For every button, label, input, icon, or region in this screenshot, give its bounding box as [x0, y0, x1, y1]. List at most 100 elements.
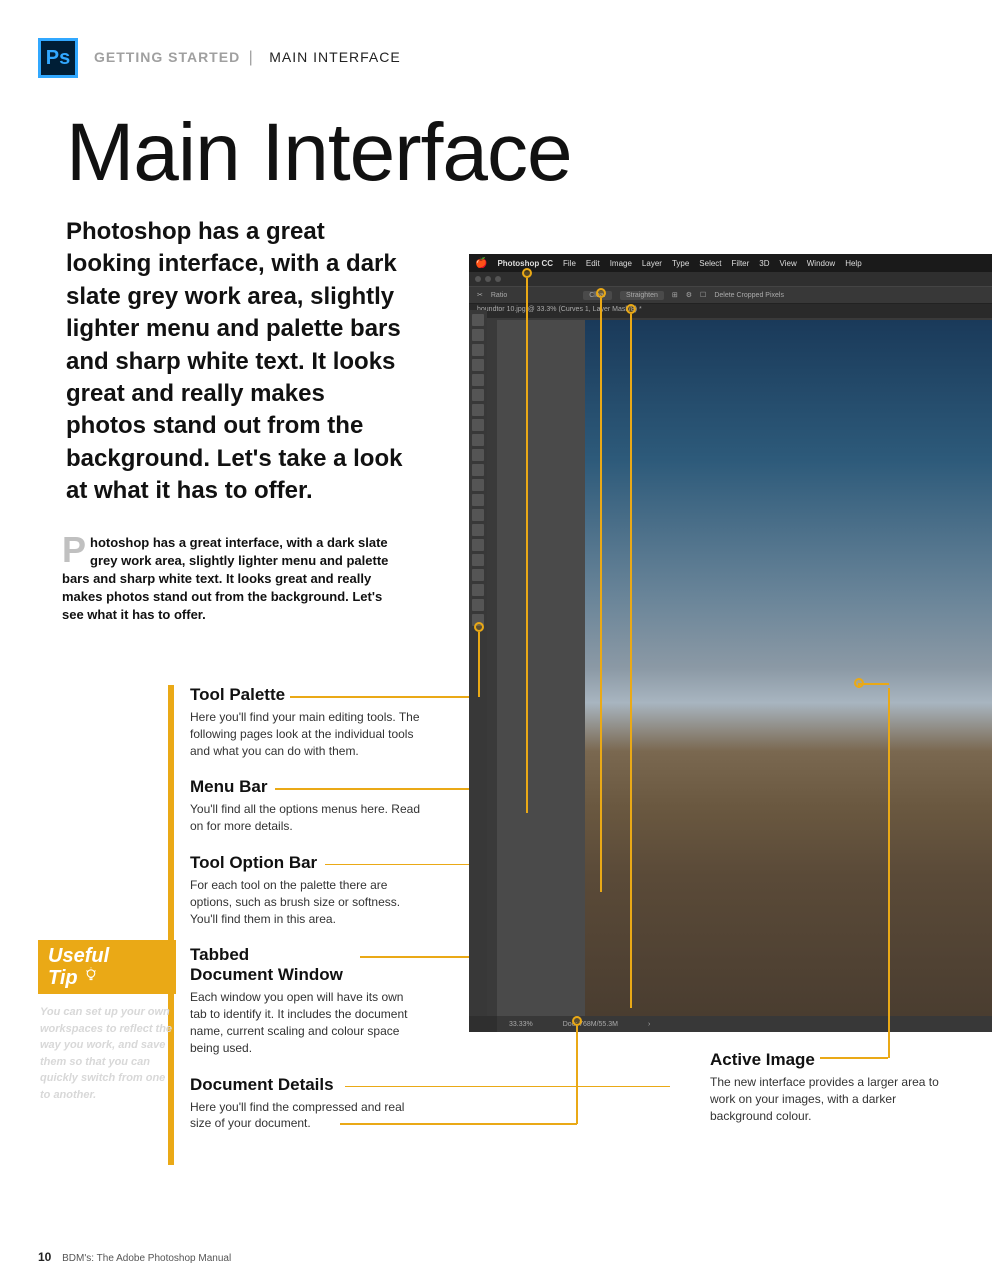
min-dot [485, 276, 491, 282]
tool-icon [472, 569, 484, 581]
marker-doc-details [572, 1016, 582, 1026]
lightbulb-icon [82, 966, 100, 990]
ps-document-tab: houndtor 10.jpg @ 33.3% (Curves 1, Layer… [469, 304, 992, 318]
ps-option-bar: ✂ Ratio Clear Straighten ⊞ ⚙ ☐ Delete Cr… [469, 286, 992, 304]
tool-icon [472, 449, 484, 461]
line-menu-bar [526, 278, 528, 813]
callout-title: Document Details [190, 1075, 420, 1095]
callout-body: You'll find all the options menus here. … [190, 801, 420, 835]
breadcrumb-page: MAIN INTERFACE [269, 49, 400, 65]
page-number: 10 [38, 1250, 51, 1264]
callout-title: Tool Option Bar [190, 853, 420, 873]
menu-type: Type [672, 259, 689, 268]
tool-icon [472, 344, 484, 356]
tip-body: You can set up your own workspaces to re… [38, 994, 176, 1103]
subintro-paragraph: Photoshop has a great interface, with a … [0, 508, 400, 625]
tool-icon [472, 389, 484, 401]
tool-icon [472, 434, 484, 446]
opt-ratio: Ratio [491, 292, 507, 299]
line-active-image-h [859, 683, 889, 685]
photoshop-icon: Ps [38, 38, 78, 78]
intro-paragraph: Photoshop has a great looking interface,… [0, 200, 410, 508]
tool-icon [472, 509, 484, 521]
marker-option-bar [596, 288, 606, 298]
callout-title: Menu Bar [190, 777, 420, 797]
tool-icon [472, 329, 484, 341]
callout-body: Each window you open will have its own t… [190, 989, 420, 1056]
menu-view: View [780, 259, 797, 268]
tool-icon [472, 374, 484, 386]
ps-ruler-vertical [487, 320, 497, 1016]
line-doc-details-h [340, 1123, 577, 1125]
callout-menu-bar: Menu Bar You'll find all the options men… [190, 777, 420, 835]
ps-app-name: Photoshop CC [497, 259, 553, 268]
book-title: BDM's: The Adobe Photoshop Manual [62, 1253, 231, 1264]
menu-filter: Filter [732, 259, 750, 268]
callout-title: TabbedDocument Window [190, 945, 420, 985]
tool-icon [472, 599, 484, 611]
ps-canvas [497, 320, 992, 1016]
grid-icon: ⊞ [672, 291, 678, 299]
tool-icon [472, 524, 484, 536]
useful-tip-box: Useful Tip You can set up your own works… [38, 940, 176, 1103]
window-controls [469, 272, 992, 286]
marker-tab [626, 304, 636, 314]
opt-straighten: Straighten [620, 291, 664, 300]
photoshop-screenshot: 🍎 Photoshop CC File Edit Image Layer Typ… [469, 254, 992, 1032]
menu-layer: Layer [642, 259, 662, 268]
marker-menu-bar [522, 268, 532, 278]
line-tool-palette [478, 632, 480, 697]
crop-icon: ✂ [477, 291, 483, 299]
tool-icon [472, 359, 484, 371]
line-option-bar [600, 298, 602, 892]
chevron-right-icon: › [648, 1021, 650, 1028]
line-doc-details [576, 1026, 578, 1124]
ps-active-image [585, 320, 992, 1016]
tip-heading-1: Useful [48, 946, 166, 966]
max-dot [495, 276, 501, 282]
callout-body: Here you'll find your main editing tools… [190, 709, 420, 759]
menu-3d: 3D [759, 259, 769, 268]
callout-active-image: Active Image The new interface provides … [710, 1050, 940, 1124]
breadcrumb-divider: | [249, 49, 253, 66]
tip-header: Useful Tip [38, 940, 176, 994]
breadcrumb: GETTING STARTED | MAIN INTERFACE [94, 49, 401, 67]
callout-body: The new interface provides a larger area… [710, 1074, 940, 1124]
callout-list: Tool Palette Here you'll find your main … [190, 685, 420, 1150]
callout-tool-option-bar: Tool Option Bar For each tool on the pal… [190, 853, 420, 927]
tool-icon [472, 464, 484, 476]
menu-select: Select [699, 259, 721, 268]
menu-window: Window [807, 259, 835, 268]
gear-icon: ⚙ [686, 291, 692, 299]
tip-heading-2: Tip [48, 966, 166, 990]
opt-delete-cropped: Delete Cropped Pixels [714, 292, 784, 299]
line-tab [630, 314, 632, 1008]
tool-icon [472, 314, 484, 326]
subintro-body: hotoshop has a great interface, with a d… [62, 535, 388, 623]
menu-image: Image [610, 259, 632, 268]
ps-menubar: 🍎 Photoshop CC File Edit Image Layer Typ… [469, 254, 992, 272]
line-active-image-v [888, 688, 890, 1058]
menu-help: Help [845, 259, 861, 268]
tool-icon [472, 404, 484, 416]
callout-tabbed-window: TabbedDocument Window Each window you op… [190, 945, 420, 1056]
tool-icon [472, 554, 484, 566]
page-header: Ps GETTING STARTED | MAIN INTERFACE [0, 0, 992, 78]
callout-title: Tool Palette [190, 685, 420, 705]
callout-title: Active Image [710, 1050, 940, 1070]
menu-file: File [563, 259, 576, 268]
breadcrumb-section: GETTING STARTED [94, 49, 240, 65]
line-active-image-v2 [858, 683, 860, 688]
menu-edit: Edit [586, 259, 600, 268]
callout-tool-palette: Tool Palette Here you'll find your main … [190, 685, 420, 759]
page-title: Main Interface [0, 78, 992, 200]
ps-status-bar: 33.33% Doc: 768M/55.3M › [497, 1016, 992, 1032]
tool-icon [472, 494, 484, 506]
page-footer: 10 BDM's: The Adobe Photoshop Manual [38, 1250, 231, 1264]
callout-body: For each tool on the palette there are o… [190, 877, 420, 927]
marker-tool-palette [474, 622, 484, 632]
tool-icon [472, 539, 484, 551]
callout-body: Here you'll find the compressed and real… [190, 1099, 420, 1133]
close-dot [475, 276, 481, 282]
tool-icon [472, 479, 484, 491]
